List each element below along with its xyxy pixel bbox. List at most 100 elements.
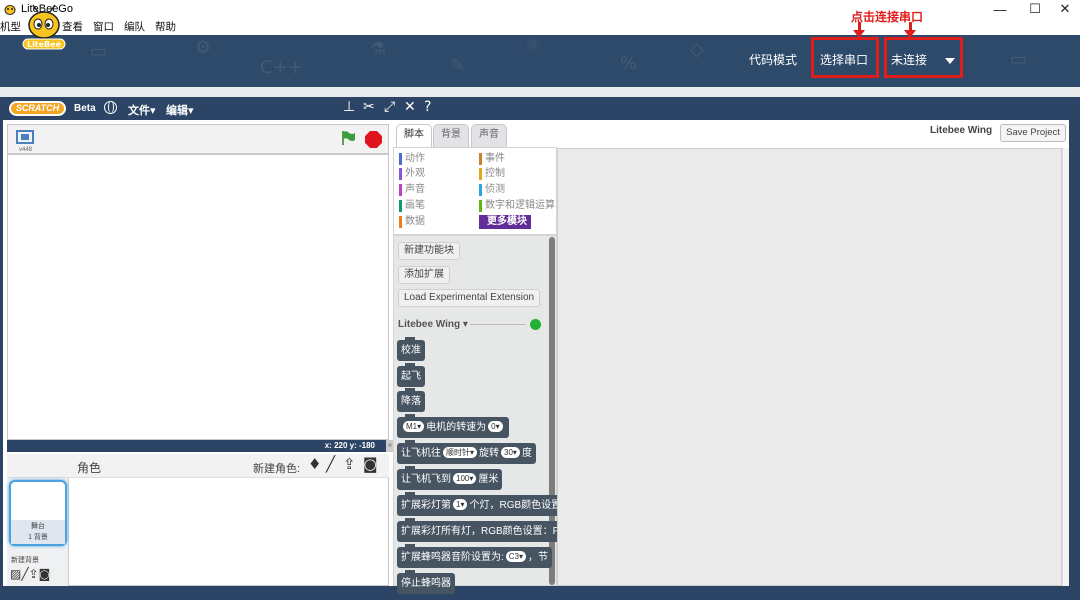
shrink-icon[interactable]: ✕ bbox=[404, 100, 416, 114]
scripts-scrollbar[interactable] bbox=[1062, 148, 1069, 586]
category-color-swatch bbox=[399, 216, 402, 228]
cut-icon[interactable]: ✂ bbox=[363, 100, 375, 114]
block-text: 让飞机飞到 bbox=[401, 474, 451, 485]
scripts-header bbox=[557, 120, 1069, 147]
category-color-swatch bbox=[479, 184, 482, 196]
category-label: 事件 bbox=[485, 153, 505, 164]
block-buzzer[interactable]: 扩展蜂鸣器音阶设置为: C3▾ ，节 bbox=[397, 544, 553, 568]
new-backdrop-label: 新建背景 bbox=[11, 557, 39, 564]
motor-select[interactable]: M1▾ bbox=[403, 421, 425, 432]
category-looks[interactable]: 外观 bbox=[399, 167, 425, 181]
app-icon bbox=[4, 5, 16, 15]
stage-canvas[interactable] bbox=[7, 154, 389, 440]
help-icon[interactable]: ? bbox=[424, 100, 431, 114]
category-label: 动作 bbox=[405, 153, 425, 164]
menu-window[interactable]: 窗口 bbox=[93, 19, 114, 34]
category-label: 侦测 bbox=[485, 184, 505, 195]
block-text: 让飞机往 bbox=[401, 448, 441, 459]
green-flag-icon[interactable] bbox=[340, 130, 356, 146]
tab-scripts[interactable]: 脚本 bbox=[396, 124, 432, 148]
led-index-input[interactable]: 1▾ bbox=[453, 499, 468, 510]
extension-name[interactable]: Litebee Wing ▾ bbox=[398, 319, 468, 330]
code-mode-button[interactable]: 代码模式 bbox=[749, 51, 797, 68]
category-more-blocks[interactable]: 更多模块 bbox=[479, 215, 531, 229]
litebee-logo: LiteBee bbox=[22, 4, 66, 50]
scratch-logo[interactable]: SCRATCH bbox=[9, 101, 66, 116]
block-text: 电机的转速为 bbox=[426, 422, 487, 433]
block-text: 扩展彩灯第 bbox=[401, 500, 451, 511]
block-takeoff[interactable]: 起飞 bbox=[397, 363, 425, 387]
category-sensing[interactable]: 侦测 bbox=[479, 183, 505, 197]
load-experimental-extension-button[interactable]: Load Experimental Extension bbox=[398, 289, 541, 307]
stamp-icon[interactable]: ⊥ bbox=[343, 100, 355, 114]
upload-backdrop-icon[interactable]: ⇪ bbox=[29, 567, 39, 581]
save-project-button[interactable]: Save Project bbox=[1000, 124, 1066, 142]
category-events[interactable]: 事件 bbox=[479, 152, 505, 166]
block-fly-to[interactable]: 让飞机飞到 100▾ 厘米 bbox=[397, 466, 503, 490]
backdrop-tools: ▨╱⇪◙ bbox=[10, 567, 50, 581]
upload-sprite-icon[interactable]: ⇪ bbox=[343, 457, 356, 472]
block-stop-buzzer[interactable]: 停止蜂鸣器 bbox=[397, 570, 455, 594]
note-select[interactable]: C3▾ bbox=[505, 551, 527, 562]
paint-sprite-icon[interactable]: ╱ bbox=[326, 457, 335, 472]
speed-input[interactable]: 0▾ bbox=[488, 421, 503, 432]
block-led-all[interactable]: 扩展彩灯所有灯，RGB颜色设置：F bbox=[397, 518, 563, 542]
block-text: 扩展蜂鸣器音阶设置为: bbox=[401, 552, 504, 563]
category-control[interactable]: 控制 bbox=[479, 167, 505, 181]
category-color-swatch bbox=[399, 200, 402, 212]
header-divider bbox=[0, 87, 1080, 97]
stage-thumbnail[interactable]: 舞台 1 背景 bbox=[9, 480, 67, 546]
extension-status-icon bbox=[530, 319, 541, 330]
direction-select[interactable]: 顺时针▾ bbox=[443, 447, 478, 458]
block-text: 度 bbox=[521, 448, 532, 459]
height-input[interactable]: 100▾ bbox=[453, 473, 477, 484]
camera-icon[interactable]: ◙ bbox=[363, 457, 378, 472]
category-operators[interactable]: 数字和逻辑运算 bbox=[479, 199, 555, 213]
category-motion[interactable]: 动作 bbox=[399, 152, 425, 166]
file-menu[interactable]: 文件▾ bbox=[128, 102, 156, 118]
minimize-button[interactable]: — bbox=[980, 0, 1020, 18]
presentation-mode-icon[interactable] bbox=[16, 130, 34, 144]
new-sprite-label: 新建角色: bbox=[253, 463, 301, 475]
svg-text:LiteBee: LiteBee bbox=[27, 40, 62, 49]
sprites-label: 角色 bbox=[77, 461, 102, 475]
block-led-single[interactable]: 扩展彩灯第 1▾ 个灯，RGB颜色设置 bbox=[397, 492, 566, 516]
extension-divider bbox=[470, 324, 526, 325]
add-extension-button[interactable]: 添加扩展 bbox=[398, 266, 450, 284]
category-color-swatch bbox=[479, 200, 482, 212]
arrow-down-icon bbox=[904, 30, 916, 38]
category-data[interactable]: 数据 bbox=[399, 215, 425, 229]
block-rotate[interactable]: 让飞机往 顺时针▾ 旋转 30▾ 度 bbox=[397, 440, 536, 464]
make-block-button[interactable]: 新建功能块 bbox=[398, 242, 460, 260]
backdrop-library-icon[interactable]: ▨ bbox=[10, 567, 21, 581]
category-color-swatch bbox=[399, 153, 402, 165]
menu-formation[interactable]: 编队 bbox=[124, 19, 145, 34]
mouse-coordinates: x: 220 y: -180 bbox=[7, 440, 389, 452]
scripts-area[interactable] bbox=[557, 148, 1062, 586]
frame-bottom bbox=[0, 586, 1080, 600]
close-button[interactable]: ✕ bbox=[1045, 0, 1080, 18]
stage-thumb-title: 舞台 bbox=[31, 523, 45, 530]
category-label: 画笔 bbox=[405, 200, 425, 211]
category-sound[interactable]: 声音 bbox=[399, 183, 425, 197]
grow-icon[interactable]: ⤢ bbox=[384, 100, 395, 114]
block-calibrate[interactable]: 校准 bbox=[397, 337, 425, 361]
globe-icon[interactable] bbox=[104, 101, 117, 114]
paint-backdrop-icon[interactable]: ╱ bbox=[21, 567, 28, 581]
category-label: 数据 bbox=[405, 216, 425, 227]
beta-label: Beta bbox=[74, 103, 96, 114]
tab-backdrops[interactable]: 背景 bbox=[433, 124, 469, 147]
version-label: v448 bbox=[19, 147, 33, 153]
camera-icon[interactable]: ◙ bbox=[39, 567, 51, 581]
angle-input[interactable]: 30▾ bbox=[501, 447, 520, 458]
edit-menu[interactable]: 编辑▾ bbox=[166, 102, 194, 118]
tab-sounds[interactable]: 声音 bbox=[471, 124, 507, 147]
block-text: 厘米 bbox=[478, 474, 499, 485]
block-motor-speed[interactable]: M1▾ 电机的转速为 0▾ bbox=[397, 414, 509, 438]
category-label: 数字和逻辑运算 bbox=[485, 200, 555, 211]
category-pen[interactable]: 画笔 bbox=[399, 199, 425, 213]
stage-header bbox=[7, 124, 389, 154]
menu-help[interactable]: 帮助 bbox=[155, 19, 176, 34]
sprite-library-icon[interactable]: ♦ bbox=[308, 457, 321, 472]
block-land[interactable]: 降落 bbox=[397, 388, 425, 412]
